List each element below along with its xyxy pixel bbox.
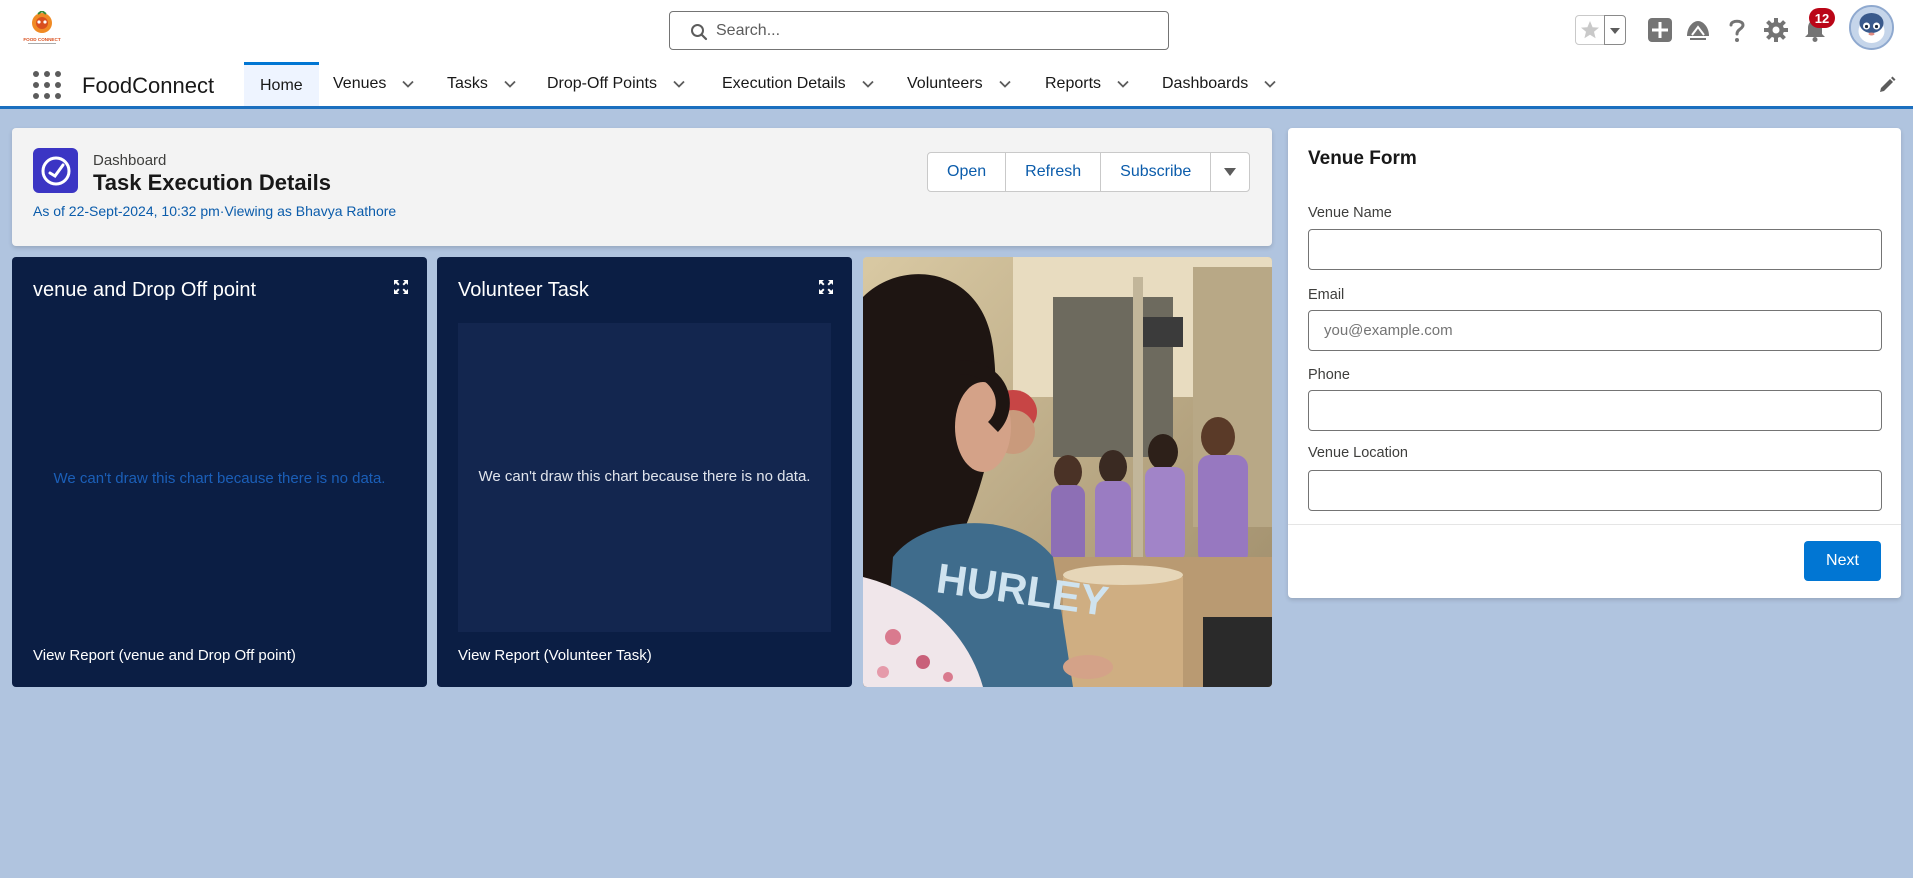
tab-label: Drop-Off Points (547, 75, 657, 92)
view-report-link[interactable]: View Report (venue and Drop Off point) (33, 647, 296, 664)
email-label: Email (1308, 287, 1345, 303)
favorites-list-button[interactable] (1604, 15, 1626, 45)
no-data-message: We can't draw this chart because there i… (53, 470, 386, 487)
tab-label: Home (260, 76, 303, 94)
user-avatar[interactable] (1849, 5, 1894, 50)
chevron-down-icon[interactable] (997, 76, 1013, 92)
tab-venues[interactable]: Venues (333, 62, 416, 106)
chevron-down-icon[interactable] (1115, 76, 1131, 92)
open-button[interactable]: Open (927, 152, 1007, 192)
dashboard-gauge-icon (33, 148, 78, 193)
app-launcher-icon[interactable] (33, 71, 61, 99)
page-title: Task Execution Details (93, 170, 332, 195)
dashboard-as-of-text: As of 22-Sept-2024, 10:32 pm·Viewing as … (33, 203, 397, 219)
tab-tasks[interactable]: Tasks (447, 62, 518, 106)
logo-text: FOOD CONNECT (23, 37, 60, 42)
tab-reports[interactable]: Reports (1045, 62, 1131, 106)
chevron-down-icon[interactable] (1262, 76, 1278, 92)
more-actions-button[interactable] (1210, 152, 1251, 192)
app-nav-bar: FoodConnect Home Venues Tasks Drop-Off P… (0, 62, 1913, 109)
edit-nav-pencil-icon[interactable] (1878, 76, 1896, 94)
tab-volunteers[interactable]: Volunteers (907, 62, 1013, 106)
notification-count-badge: 12 (1809, 8, 1835, 28)
component-title: venue and Drop Off point (33, 279, 257, 301)
expand-icon[interactable] (818, 279, 834, 295)
search-input[interactable] (716, 20, 1156, 42)
dashboard-button-group: Open Refresh Subscribe (927, 152, 1251, 192)
tab-label: Dashboards (1162, 75, 1249, 92)
favorites-group (1575, 15, 1627, 47)
foodconnect-logo[interactable]: FOOD CONNECT (20, 9, 64, 47)
tab-home[interactable]: Home (244, 62, 319, 106)
tab-execution-details[interactable]: Execution Details (722, 62, 876, 106)
component-title: Volunteer Task (458, 279, 589, 301)
tab-label: Volunteers (907, 75, 983, 92)
app-name: FoodConnect (82, 73, 215, 98)
email-field[interactable] (1308, 310, 1882, 351)
chevron-down-icon[interactable] (400, 76, 416, 92)
venue-name-field[interactable] (1308, 229, 1882, 270)
venue-form-card: Venue Form Venue Name Email Phone Venue … (1288, 128, 1901, 598)
tab-label: Tasks (447, 75, 488, 92)
global-search[interactable] (669, 11, 1169, 50)
tab-drop-off-points[interactable]: Drop-Off Points (547, 62, 687, 106)
venue-name-label: Venue Name (1308, 205, 1392, 221)
chevron-down-icon[interactable] (671, 76, 687, 92)
no-data-message: We can't draw this chart because there i… (478, 468, 811, 485)
global-header: FOOD CONNECT 12 (0, 0, 1913, 62)
favorites-star-icon[interactable] (1575, 15, 1605, 45)
expand-icon[interactable] (393, 279, 409, 295)
chevron-down-icon[interactable] (860, 76, 876, 92)
dashboard-component-volunteer-task: Volunteer Task We can't draw this chart … (437, 257, 852, 687)
next-button[interactable]: Next (1804, 541, 1881, 581)
venue-location-field[interactable] (1308, 470, 1882, 511)
phone-label: Phone (1308, 367, 1350, 383)
dashboard-type-label: Dashboard (93, 152, 167, 169)
refresh-button[interactable]: Refresh (1005, 152, 1102, 192)
venue-location-label: Venue Location (1308, 445, 1408, 461)
form-footer-divider (1288, 524, 1901, 525)
trailhead-icon[interactable] (1682, 14, 1714, 46)
help-icon[interactable] (1721, 14, 1753, 46)
tab-label: Venues (333, 75, 387, 92)
search-icon (690, 23, 708, 41)
view-report-link[interactable]: View Report (Volunteer Task) (458, 647, 652, 664)
dashboard-header: Dashboard Task Execution Details As of 2… (12, 128, 1272, 246)
volunteer-photo: HURLEY (863, 257, 1272, 687)
subscribe-button[interactable]: Subscribe (1100, 152, 1212, 192)
tab-label: Execution Details (722, 75, 846, 92)
global-actions-add-icon[interactable] (1644, 14, 1676, 46)
form-title: Venue Form (1308, 148, 1417, 169)
setup-gear-icon[interactable] (1760, 14, 1792, 46)
tab-dashboards[interactable]: Dashboards (1162, 62, 1278, 106)
chevron-down-icon[interactable] (502, 76, 518, 92)
phone-field[interactable] (1308, 390, 1882, 431)
tab-label: Reports (1045, 75, 1102, 92)
dashboard-component-venue-drop-off: venue and Drop Off point We can't draw t… (12, 257, 427, 687)
caret-down-icon (1224, 168, 1237, 176)
